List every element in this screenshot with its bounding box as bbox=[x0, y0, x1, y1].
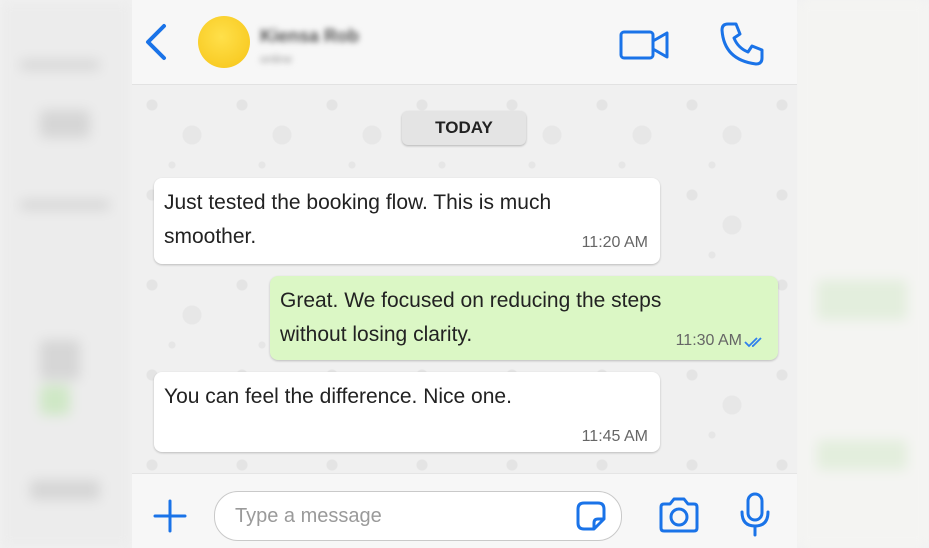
microphone-button[interactable] bbox=[738, 492, 772, 538]
chat-header: Kiensa Rob online bbox=[132, 0, 797, 85]
chat-window: Kiensa Rob online TODAY Just tested the … bbox=[132, 0, 797, 548]
background-right-blur bbox=[797, 0, 929, 548]
camera-icon bbox=[659, 497, 699, 533]
message-text: Great. We focused on reducing the steps … bbox=[280, 289, 662, 346]
chevron-left-icon bbox=[146, 24, 166, 60]
double-check-icon bbox=[744, 337, 762, 348]
video-call-button[interactable] bbox=[619, 28, 671, 62]
message-input[interactable] bbox=[233, 498, 567, 534]
message-input-container[interactable] bbox=[214, 491, 622, 541]
message-bubble-incoming[interactable]: Just tested the booking flow. This is mu… bbox=[154, 178, 660, 264]
plus-icon bbox=[153, 499, 187, 533]
message-time: 11:20 AM bbox=[581, 234, 648, 251]
sticker-button[interactable] bbox=[575, 500, 607, 532]
sticker-icon bbox=[576, 501, 606, 531]
message-time: 11:45 AM bbox=[581, 428, 648, 445]
background-left-blur bbox=[0, 0, 132, 548]
voice-call-button[interactable] bbox=[718, 20, 766, 68]
message-list[interactable]: TODAY Just tested the booking flow. This… bbox=[132, 85, 797, 473]
message-bubble-outgoing[interactable]: Great. We focused on reducing the steps … bbox=[270, 276, 778, 360]
message-time: 11:30 AM bbox=[675, 332, 742, 349]
contact-name[interactable]: Kiensa Rob bbox=[260, 26, 359, 47]
phone-icon bbox=[720, 22, 764, 66]
date-divider: TODAY bbox=[402, 111, 526, 145]
avatar[interactable] bbox=[198, 16, 250, 68]
contact-status: online bbox=[260, 52, 293, 66]
video-camera-icon bbox=[619, 30, 669, 60]
message-text: Just tested the booking flow. This is mu… bbox=[164, 191, 552, 248]
message-text: You can feel the difference. Nice one. bbox=[164, 385, 512, 408]
message-bubble-incoming[interactable]: You can feel the difference. Nice one. 1… bbox=[154, 372, 660, 452]
back-button[interactable] bbox=[142, 22, 172, 62]
message-composer bbox=[132, 473, 797, 548]
microphone-icon bbox=[740, 492, 770, 537]
camera-button[interactable] bbox=[657, 495, 701, 535]
attach-button[interactable] bbox=[152, 498, 188, 534]
